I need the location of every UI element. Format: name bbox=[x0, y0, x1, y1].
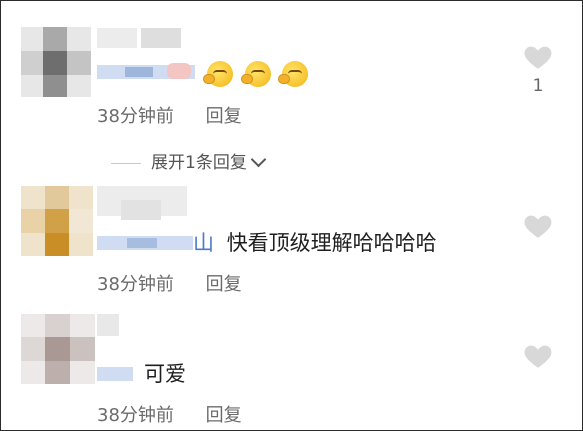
comment-list: 38分钟前 回复 展开1条回复 1 山 快看顶级理解哈哈哈哈 38分钟前 回复 … bbox=[0, 0, 583, 431]
expand-replies-label: 展开1条回复 bbox=[151, 153, 247, 173]
blurred-header bbox=[121, 200, 161, 220]
heart-icon bbox=[524, 46, 552, 69]
blurred-header bbox=[97, 314, 119, 336]
timestamp: 38分钟前 bbox=[97, 274, 174, 295]
like-button[interactable] bbox=[518, 212, 558, 239]
thinking-emoji-icon bbox=[204, 61, 233, 87]
timestamp: 38分钟前 bbox=[97, 106, 174, 127]
user-name[interactable] bbox=[97, 364, 133, 384]
heart-icon bbox=[524, 345, 552, 368]
reply-button[interactable]: 回复 bbox=[206, 274, 242, 295]
heart-icon bbox=[524, 215, 552, 238]
comment-item: 可爱 38分钟前 回复 bbox=[1, 306, 582, 430]
like-button[interactable]: 1 bbox=[518, 43, 558, 96]
user-name[interactable] bbox=[97, 61, 195, 83]
comment-text: 可爱 bbox=[144, 362, 186, 386]
user-name[interactable] bbox=[97, 232, 193, 254]
comment-text: 山 快看顶级理解哈哈哈哈 bbox=[193, 231, 437, 255]
timestamp: 38分钟前 bbox=[97, 405, 174, 426]
divider bbox=[111, 162, 141, 164]
comment-meta: 38分钟前 回复 bbox=[97, 270, 242, 296]
comment-meta: 38分钟前 回复 bbox=[97, 102, 242, 128]
thinking-emoji-icon bbox=[241, 61, 271, 87]
chevron-down-icon bbox=[250, 151, 267, 168]
blurred-header bbox=[141, 28, 181, 48]
like-count: 1 bbox=[532, 76, 544, 96]
user-name-suffix[interactable]: 山 bbox=[193, 231, 214, 255]
expand-replies-button[interactable]: 展开1条回复 bbox=[111, 148, 267, 173]
comment-meta: 38分钟前 回复 bbox=[97, 401, 242, 427]
avatar[interactable] bbox=[21, 186, 93, 256]
thinking-emoji-icon bbox=[279, 61, 309, 87]
comment-text bbox=[204, 60, 313, 87]
comment-item: 38分钟前 回复 展开1条回复 1 bbox=[1, 1, 582, 186]
reply-button[interactable]: 回复 bbox=[206, 106, 242, 127]
like-button[interactable] bbox=[518, 342, 558, 369]
avatar[interactable] bbox=[21, 27, 91, 97]
avatar[interactable] bbox=[21, 314, 95, 384]
reply-button[interactable]: 回复 bbox=[206, 405, 242, 426]
comment-item: 山 快看顶级理解哈哈哈哈 38分钟前 回复 bbox=[1, 186, 582, 306]
blurred-header bbox=[97, 28, 137, 48]
